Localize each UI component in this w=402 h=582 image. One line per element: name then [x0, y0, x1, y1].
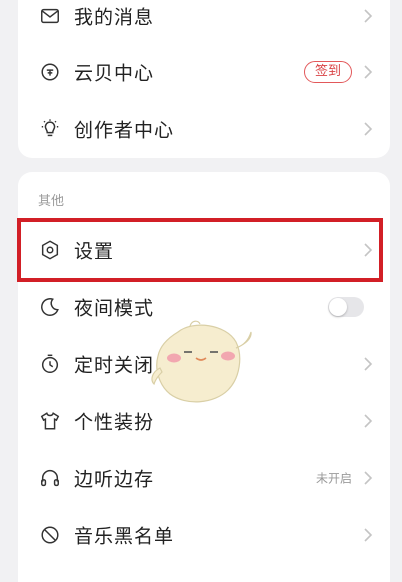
block-icon [38, 523, 62, 547]
menu-item-listen-save[interactable]: 边听边存 未开启 [18, 450, 390, 506]
app-screen: 我的消息 云贝中心 签到 创作者中心 其他 设置 夜间模式 定时关闭 个性装扮 … [0, 0, 402, 582]
chevron-right-icon [362, 355, 374, 373]
menu-item-messages[interactable]: 我的消息 [18, 0, 390, 44]
chevron-right-icon [362, 412, 374, 430]
menu-item-settings-label: 设置 [74, 240, 115, 263]
headphones-icon [38, 466, 62, 490]
menu-item-creator[interactable]: 创作者中心 [18, 101, 390, 157]
menu-item-blacklist-label: 音乐黑名单 [74, 525, 175, 548]
menu-item-creator-label: 创作者中心 [74, 119, 175, 142]
chevron-right-icon [362, 469, 374, 487]
chevron-right-icon [362, 526, 374, 544]
menu-item-blacklist[interactable]: 音乐黑名单 [18, 507, 390, 563]
section-title-other: 其他 [38, 194, 65, 209]
mail-icon [38, 4, 62, 28]
menu-item-yunbei-label: 云贝中心 [74, 62, 155, 85]
menu-item-yunbei[interactable]: 云贝中心 签到 [18, 44, 390, 100]
toggle-knob [329, 298, 347, 316]
menu-item-theme-label: 个性装扮 [74, 411, 155, 434]
menu-item-messages-label: 我的消息 [74, 6, 155, 29]
chevron-right-icon [362, 7, 374, 25]
tshirt-icon [38, 409, 62, 433]
listen-save-status: 未开启 [315, 471, 352, 486]
timer-icon [38, 352, 62, 376]
lightbulb-icon [38, 117, 62, 141]
menu-item-theme[interactable]: 个性装扮 [18, 393, 390, 449]
chevron-right-icon [362, 63, 374, 81]
menu-item-listen-save-label: 边听边存 [74, 468, 155, 491]
chevron-right-icon [362, 120, 374, 138]
menu-item-night-mode-label: 夜间模式 [74, 297, 155, 320]
menu-item-settings[interactable]: 设置 [18, 222, 390, 278]
chevron-right-icon [362, 241, 374, 259]
yunbei-coin-icon [38, 60, 62, 84]
menu-item-timer-close-label: 定时关闭 [74, 354, 155, 377]
checkin-badge[interactable]: 签到 [303, 61, 352, 83]
menu-item-night-mode[interactable]: 夜间模式 [18, 279, 390, 335]
menu-item-timer-close[interactable]: 定时关闭 [18, 336, 390, 392]
moon-icon [38, 295, 62, 319]
settings-hexagon-icon [38, 238, 62, 262]
night-mode-toggle[interactable] [328, 297, 364, 317]
